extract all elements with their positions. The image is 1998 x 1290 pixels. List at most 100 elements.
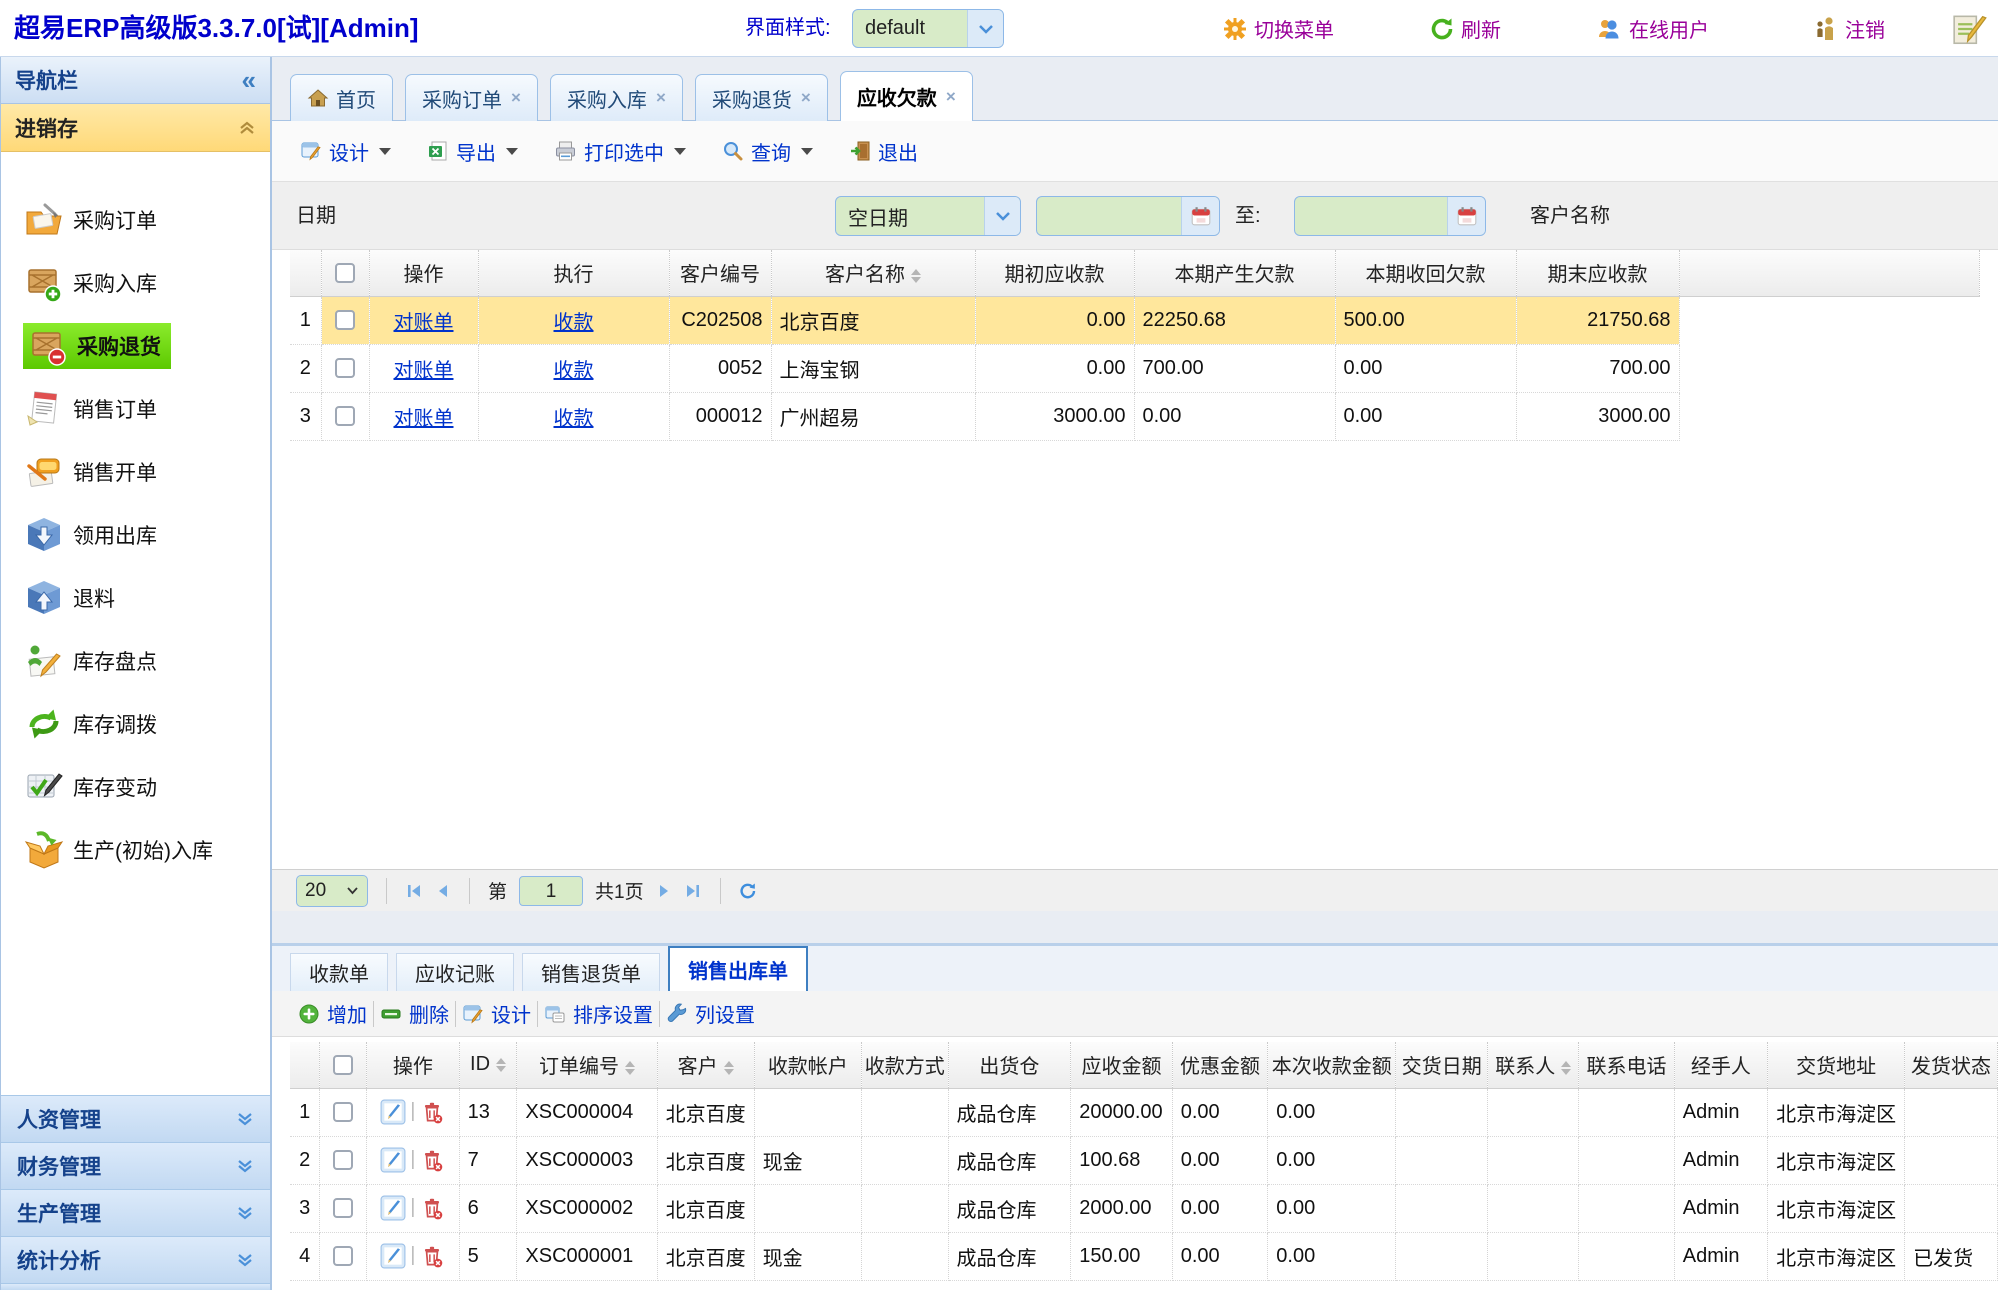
- style-select[interactable]: default: [852, 9, 1004, 48]
- column-settings-button[interactable]: 列设置: [666, 999, 755, 1028]
- row-checkbox[interactable]: [335, 310, 355, 330]
- sidebar-item-purchase-order[interactable]: 采购订单: [1, 188, 270, 251]
- sidebar-item-stock-change[interactable]: 库存变动: [1, 755, 270, 818]
- sort-icon[interactable]: [724, 1061, 734, 1075]
- sort-icon[interactable]: [496, 1058, 506, 1072]
- sidebar-item-purchase-inbound[interactable]: 采购入库: [1, 251, 270, 314]
- refresh-button[interactable]: 刷新: [1430, 0, 1501, 57]
- switch-menu-button[interactable]: 切换菜单: [1223, 0, 1334, 57]
- sidebar-item-sales-billing[interactable]: 销售开单: [1, 440, 270, 503]
- trash-icon[interactable]: [419, 1243, 445, 1269]
- sidebar-section-production[interactable]: 生产管理: [1, 1189, 270, 1236]
- query-button[interactable]: 查询: [722, 137, 813, 166]
- edit-icon[interactable]: [380, 1099, 406, 1125]
- row-checkbox[interactable]: [333, 1246, 353, 1266]
- page-number-input[interactable]: 1: [519, 876, 583, 906]
- design-button[interactable]: 设计: [300, 137, 391, 166]
- table-row[interactable]: 1 对账单 收款 C202508 北京百度 0.00 22250.68 500.…: [290, 296, 1979, 344]
- next-page-button[interactable]: [656, 883, 672, 899]
- note-pencil-icon[interactable]: [1950, 10, 1990, 53]
- table-row[interactable]: 3 对账单 收款 000012 广州超易 3000.00 0.00 0.00 3…: [290, 392, 1979, 440]
- table-row[interactable]: 3 | 6 XSC000002 北京百度 成品仓库 2000.00 0.00: [290, 1184, 1998, 1232]
- tab-purchase-order[interactable]: 采购订单 ×: [405, 74, 538, 121]
- statement-link[interactable]: 对账单: [394, 360, 454, 382]
- statement-link[interactable]: 对账单: [394, 312, 454, 334]
- sidebar-item-production-inbound[interactable]: 生产(初始)入库: [1, 818, 270, 881]
- statement-link[interactable]: 对账单: [394, 408, 454, 430]
- first-page-button[interactable]: [405, 883, 423, 899]
- chevron-down-icon[interactable]: [984, 197, 1020, 235]
- col-customer-name[interactable]: 客户名称: [771, 250, 975, 296]
- tab-sales-returns[interactable]: 销售退货单: [522, 953, 660, 991]
- sort-settings-button[interactable]: 排序设置: [544, 999, 653, 1028]
- sidebar-item-requisition-outbound[interactable]: 领用出库: [1, 503, 270, 566]
- print-selected-button[interactable]: 打印选中: [554, 137, 686, 166]
- tab-receivables[interactable]: 应收欠款 ×: [840, 71, 973, 121]
- collect-link[interactable]: 收款: [554, 408, 594, 430]
- delete-button[interactable]: 删除: [380, 999, 449, 1028]
- table-row[interactable]: 4 | 5 XSC000001 北京百度 现金 成品仓库 150.00 0.00: [290, 1232, 1998, 1280]
- sidebar-section-partial[interactable]: [1, 1283, 270, 1290]
- row-checkbox[interactable]: [333, 1150, 353, 1170]
- row-checkbox[interactable]: [333, 1102, 353, 1122]
- sidebar-item-sales-order[interactable]: 销售订单: [1, 377, 270, 440]
- sidebar-section-statistics[interactable]: 统计分析: [1, 1236, 270, 1283]
- date-from-input[interactable]: [1036, 196, 1220, 236]
- date-to-input[interactable]: [1294, 196, 1486, 236]
- tab-purchase-return[interactable]: 采购退货 ×: [695, 74, 828, 121]
- sort-icon[interactable]: [1561, 1061, 1571, 1075]
- trash-icon[interactable]: [419, 1195, 445, 1221]
- select-all-checkbox[interactable]: [333, 1055, 353, 1075]
- table-row[interactable]: 2 对账单 收款 0052 上海宝钢 0.00 700.00 0.00 700.…: [290, 344, 1979, 392]
- caret-down-icon[interactable]: [379, 148, 391, 155]
- close-icon[interactable]: ×: [946, 87, 956, 107]
- export-button[interactable]: 导出: [427, 137, 518, 166]
- col-order-no[interactable]: 订单编号: [517, 1042, 657, 1088]
- prev-page-button[interactable]: [435, 883, 451, 899]
- sidebar-section-inventory[interactable]: 进销存: [1, 104, 270, 152]
- add-button[interactable]: 增加: [298, 999, 367, 1028]
- calendar-icon[interactable]: [1181, 197, 1219, 235]
- collect-link[interactable]: 收款: [554, 312, 594, 334]
- close-icon[interactable]: ×: [511, 88, 521, 108]
- sidebar-item-purchase-return[interactable]: 采购退货: [1, 314, 270, 377]
- sort-icon[interactable]: [625, 1061, 635, 1075]
- date-mode-select[interactable]: 空日期: [835, 196, 1021, 236]
- sidebar-section-hr[interactable]: 人资管理: [1, 1095, 270, 1142]
- trash-icon[interactable]: [419, 1099, 445, 1125]
- design-button[interactable]: 设计: [462, 999, 531, 1028]
- edit-icon[interactable]: [380, 1147, 406, 1173]
- collapse-left-icon[interactable]: «: [242, 65, 256, 96]
- caret-down-icon[interactable]: [801, 148, 813, 155]
- row-checkbox[interactable]: [333, 1198, 353, 1218]
- table-row[interactable]: 2 | 7 XSC000003 北京百度 现金 成品仓库 100.68 0.00: [290, 1136, 1998, 1184]
- tab-sales-outbound[interactable]: 销售出库单: [668, 946, 808, 991]
- select-all-checkbox[interactable]: [335, 263, 355, 283]
- row-checkbox[interactable]: [335, 406, 355, 426]
- close-icon[interactable]: ×: [801, 88, 811, 108]
- exit-button[interactable]: 退出: [849, 137, 918, 166]
- sidebar-item-stock-count[interactable]: 库存盘点: [1, 629, 270, 692]
- caret-down-icon[interactable]: [674, 148, 686, 155]
- page-size-select[interactable]: 20: [296, 875, 368, 907]
- tab-receivable-ledger[interactable]: 应收记账: [396, 953, 514, 991]
- sidebar-item-stock-transfer[interactable]: 库存调拨: [1, 692, 270, 755]
- tab-home[interactable]: 首页: [290, 74, 393, 121]
- calendar-icon[interactable]: [1447, 197, 1485, 235]
- table-row[interactable]: 1 | 13 XSC000004 北京百度 成品仓库 20000.00 0.00: [290, 1088, 1998, 1136]
- logout-button[interactable]: 注销: [1814, 0, 1885, 57]
- col-id[interactable]: ID: [459, 1042, 517, 1088]
- caret-down-icon[interactable]: [506, 148, 518, 155]
- reload-icon[interactable]: [739, 882, 757, 900]
- row-checkbox[interactable]: [335, 358, 355, 378]
- collect-link[interactable]: 收款: [554, 360, 594, 382]
- chevron-down-icon[interactable]: [967, 10, 1003, 47]
- close-icon[interactable]: ×: [656, 88, 666, 108]
- col-customer[interactable]: 客户: [657, 1042, 754, 1088]
- trash-icon[interactable]: [419, 1147, 445, 1173]
- sidebar-section-finance[interactable]: 财务管理: [1, 1142, 270, 1189]
- tab-purchase-inbound[interactable]: 采购入库 ×: [550, 74, 683, 121]
- online-users-button[interactable]: 在线用户: [1596, 0, 1709, 57]
- last-page-button[interactable]: [684, 883, 702, 899]
- sidebar-item-material-return[interactable]: 退料: [1, 566, 270, 629]
